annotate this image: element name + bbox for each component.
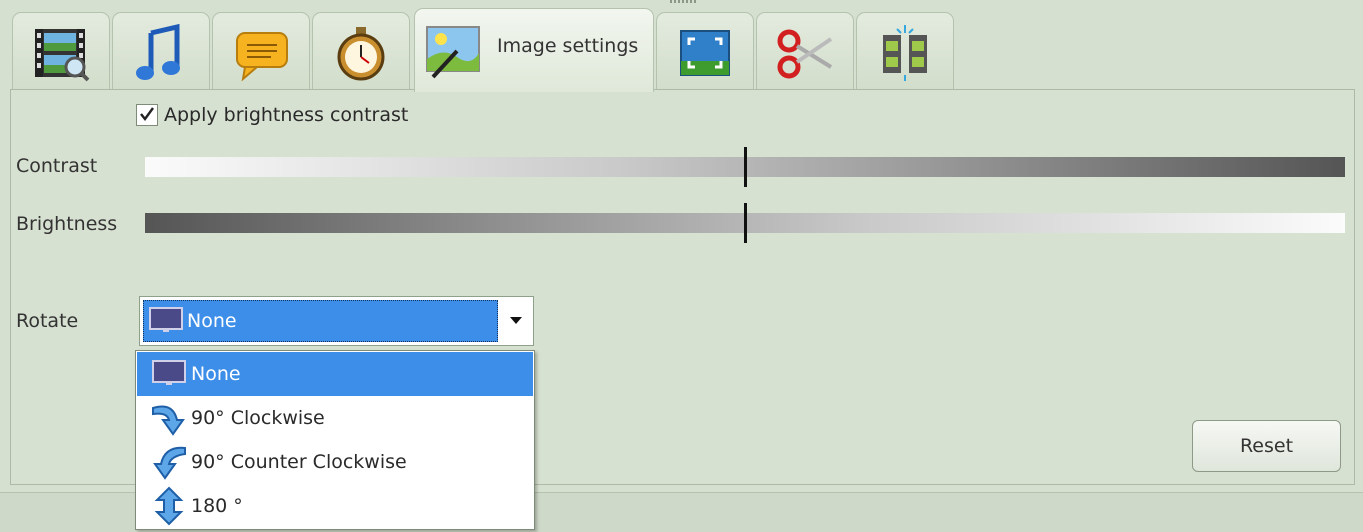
tab-split[interactable] xyxy=(856,12,954,90)
rotate-clockwise-icon xyxy=(152,405,185,436)
rotate-180-icon xyxy=(154,486,184,526)
rotate-counterclockwise-icon xyxy=(153,446,186,480)
tab-crop[interactable] xyxy=(656,12,754,90)
tab-image-settings-label: Image settings xyxy=(497,35,639,57)
tab-audio[interactable] xyxy=(112,12,210,90)
reset-button[interactable]: Reset xyxy=(1192,420,1341,472)
apply-brightness-contrast-checkbox[interactable] xyxy=(136,104,158,126)
rotate-option-label: 180 ° xyxy=(191,495,243,517)
stopwatch-icon xyxy=(337,27,385,81)
tab-subtitles[interactable] xyxy=(212,12,310,90)
apply-brightness-contrast-row[interactable]: Apply brightness contrast xyxy=(136,104,408,126)
image-settings-icon xyxy=(426,26,480,79)
dropdown-arrow-button[interactable] xyxy=(499,297,533,345)
tab-cut[interactable] xyxy=(756,12,854,90)
rotate-option-label: 90° Clockwise xyxy=(191,407,325,429)
rotate-selected-value[interactable]: None xyxy=(143,300,498,342)
brightness-thumb[interactable] xyxy=(744,203,747,243)
monitor-icon xyxy=(149,307,183,332)
contrast-thumb[interactable] xyxy=(744,147,747,187)
rotate-option-90-counter-clockwise[interactable]: 90° Counter Clockwise xyxy=(137,440,533,484)
film-split-icon xyxy=(883,25,927,81)
contrast-slider[interactable] xyxy=(145,147,1345,187)
scissors-icon xyxy=(777,29,833,79)
checkmark-icon xyxy=(140,107,154,121)
rotate-option-label: 90° Counter Clockwise xyxy=(191,451,407,473)
tab-video[interactable] xyxy=(12,12,110,90)
rotate-select[interactable]: None xyxy=(139,296,534,346)
rotate-option-90-clockwise[interactable]: 90° Clockwise xyxy=(137,396,533,440)
tab-timing[interactable] xyxy=(312,12,410,90)
apply-brightness-contrast-label: Apply brightness contrast xyxy=(164,104,409,126)
tab-image-settings[interactable]: Image settings xyxy=(414,8,654,92)
rotate-option-label: None xyxy=(191,363,241,385)
rotate-dropdown-list: None 90° Clockwise 90° Counter Clockwise… xyxy=(135,350,535,530)
monitor-icon xyxy=(152,360,186,385)
crop-resize-icon xyxy=(680,30,730,76)
rotate-label: Rotate xyxy=(16,310,79,332)
chevron-down-icon xyxy=(510,317,522,324)
video-file-icon xyxy=(35,29,90,82)
rotate-option-none[interactable]: None xyxy=(137,352,533,396)
music-note-icon xyxy=(136,23,180,80)
rotate-option-180[interactable]: 180 ° xyxy=(137,484,533,528)
subtitle-speech-icon xyxy=(236,32,288,82)
brightness-slider[interactable] xyxy=(145,203,1345,243)
brightness-label: Brightness xyxy=(16,213,118,235)
rotate-selected-text: None xyxy=(187,310,237,332)
contrast-label: Contrast xyxy=(16,155,98,177)
tab-bar: Image settings xyxy=(0,0,1363,92)
